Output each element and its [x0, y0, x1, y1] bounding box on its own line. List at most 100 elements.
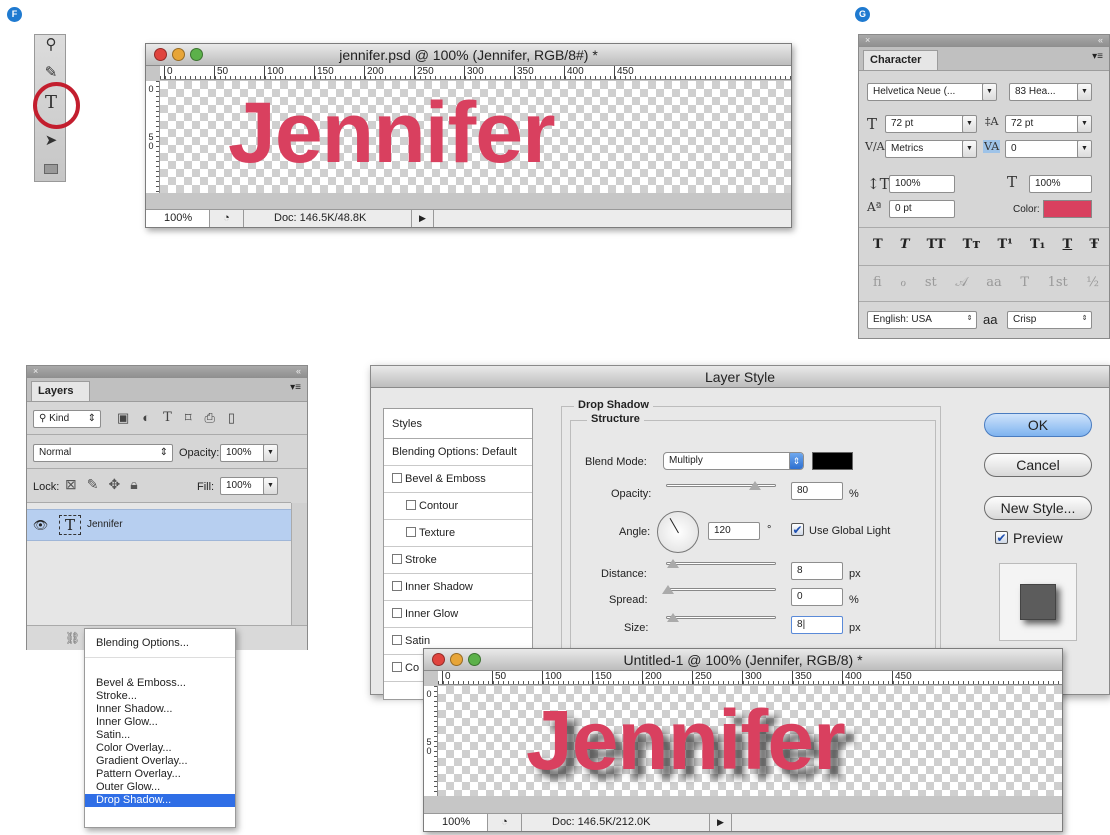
close-button[interactable] — [154, 48, 167, 61]
lock-transparent-icon[interactable]: ⊠ — [65, 476, 77, 493]
angle-dial[interactable] — [657, 511, 699, 553]
distance-field[interactable]: 8 — [791, 562, 843, 580]
panel-close-icon[interactable]: × — [865, 35, 870, 45]
style-checkbox[interactable] — [392, 635, 402, 645]
opentype-button[interactable]: fi — [873, 275, 882, 295]
adjustment-filter-icon[interactable]: ◐ — [142, 410, 150, 426]
brush-icon[interactable]: ✎ — [41, 63, 61, 83]
style-list-item[interactable]: Contour — [384, 493, 532, 520]
timeline-icon[interactable]: ◔ — [210, 210, 244, 227]
opentype-button[interactable]: aa — [986, 275, 1002, 295]
blend-mode-select[interactable]: Normal ⇕ — [33, 444, 173, 462]
style-list-item[interactable]: Bevel & Emboss — [384, 466, 532, 493]
style-list-item[interactable]: Texture — [384, 520, 532, 547]
zoom-field[interactable]: 100% — [424, 814, 488, 831]
tab-layers[interactable]: Layers — [31, 381, 91, 401]
status-menu-arrow-icon[interactable]: ▶ — [710, 814, 732, 831]
distance-slider[interactable] — [666, 559, 776, 568]
panel-menu-icon[interactable]: ▾≡ — [1092, 51, 1103, 62]
shadow-color-swatch[interactable] — [812, 452, 853, 470]
angle-field[interactable]: 120 — [708, 522, 760, 540]
dialog-titlebar[interactable]: Layer Style — [371, 366, 1109, 388]
ok-button[interactable]: OK — [984, 413, 1092, 437]
window-titlebar[interactable]: jennifer.psd @ 100% (Jennifer, RGB/8#) * — [146, 44, 791, 66]
opacity-slider[interactable] — [666, 481, 776, 490]
tracking-field[interactable]: 0 ▼ — [1005, 140, 1092, 158]
style-list-item[interactable]: Blending Options: Default — [384, 439, 532, 466]
panel-collapse-icon[interactable]: « — [296, 366, 301, 376]
type-style-button[interactable]: Ŧ — [1089, 237, 1099, 257]
menu-item[interactable]: Drop Shadow... — [85, 794, 235, 807]
layer-row-jennifer[interactable]: 👁︎ T Jennifer — [27, 509, 291, 541]
kerning-select[interactable]: Metrics ▼ — [885, 140, 977, 158]
eye-icon[interactable]: 👁︎ — [33, 518, 48, 532]
menu-item[interactable]: Satin... — [85, 729, 235, 742]
document-window-jennifer[interactable]: jennifer.psd @ 100% (Jennifer, RGB/8#) *… — [145, 43, 792, 228]
style-checkbox[interactable] — [392, 473, 402, 483]
opentype-button[interactable]: 1st — [1048, 275, 1068, 295]
style-checkbox[interactable] — [406, 527, 416, 537]
lock-position-icon[interactable]: ✥ — [108, 476, 120, 493]
opacity-field[interactable]: 80 — [791, 482, 843, 500]
opentype-button[interactable]: ℴ — [900, 275, 906, 295]
menu-item[interactable]: Pattern Overlay... — [85, 768, 235, 781]
style-list-item[interactable]: Inner Shadow — [384, 574, 532, 601]
opacity-field[interactable]: 100% ▼ — [220, 444, 278, 462]
color-swatch[interactable] — [1043, 200, 1092, 218]
font-size-field[interactable]: 72 pt ▼ — [885, 115, 977, 133]
style-list-item[interactable]: Inner Glow — [384, 601, 532, 628]
size-field[interactable]: 8| — [791, 616, 843, 634]
style-checkbox[interactable] — [392, 554, 402, 564]
opentype-button[interactable]: st — [925, 275, 937, 295]
path-selection-icon[interactable]: ➤ — [41, 131, 61, 151]
lock-pixels-icon[interactable]: ✎ — [87, 476, 99, 493]
style-checkbox[interactable] — [392, 662, 402, 672]
opentype-button[interactable]: T — [1020, 275, 1029, 295]
menu-item[interactable]: Outer Glow... — [85, 781, 235, 794]
link-layers-icon[interactable]: ⛓ — [65, 631, 80, 645]
styles-header[interactable]: Styles — [384, 409, 532, 439]
style-checkbox[interactable] — [406, 500, 416, 510]
font-style-select[interactable]: 83 Hea... ▼ — [1009, 83, 1092, 101]
cancel-button[interactable]: Cancel — [984, 453, 1092, 477]
spread-field[interactable]: 0 — [791, 588, 843, 606]
type-style-button[interactable]: T — [900, 237, 910, 257]
menu-item[interactable]: Stroke... — [85, 690, 235, 703]
filter-toggle-icon[interactable]: ▯ — [228, 410, 235, 426]
timeline-icon[interactable]: ◔ — [488, 814, 522, 831]
blend-mode-select[interactable]: Multiply ⇕ — [663, 452, 804, 470]
font-family-select[interactable]: Helvetica Neue (... ▼ — [867, 83, 997, 101]
preview-checkbox[interactable]: ✔ — [995, 531, 1008, 544]
style-list-item[interactable]: Stroke — [384, 547, 532, 574]
menu-item[interactable]: Gradient Overlay... — [85, 755, 235, 768]
type-style-button[interactable]: Tт — [963, 237, 981, 257]
new-style-button[interactable]: New Style... — [984, 496, 1092, 520]
language-select[interactable]: English: USA ⇕ — [867, 311, 977, 329]
minimize-button[interactable] — [172, 48, 185, 61]
menu-item[interactable]: Inner Glow... — [85, 716, 235, 729]
shape-filter-icon[interactable]: ⌑ — [185, 410, 192, 426]
minimize-button[interactable] — [450, 653, 463, 666]
menu-item[interactable]: Bevel & Emboss... — [85, 677, 235, 690]
panel-collapse-icon[interactable]: « — [1098, 35, 1103, 45]
zoom-field[interactable]: 100% — [146, 210, 210, 227]
zoom-button[interactable] — [468, 653, 481, 666]
window-titlebar[interactable]: Untitled-1 @ 100% (Jennifer, RGB/8) * — [424, 649, 1062, 671]
filter-kind-select[interactable]: ⚲ Kind ⇕ — [33, 410, 101, 428]
menu-item[interactable]: Color Overlay... — [85, 742, 235, 755]
tab-character[interactable]: Character — [863, 50, 939, 70]
rectangle-icon[interactable] — [41, 159, 61, 179]
type-filter-icon[interactable]: T — [163, 410, 172, 426]
vertical-scale-field[interactable]: 100% — [889, 175, 955, 193]
type-style-button[interactable]: T¹ — [998, 237, 1013, 257]
style-checkbox[interactable] — [392, 581, 402, 591]
zoom-button[interactable] — [190, 48, 203, 61]
canvas[interactable]: Jennifer — [160, 81, 791, 193]
magic-wand-icon[interactable]: ⚲ — [41, 35, 61, 55]
antialias-select[interactable]: Crisp ⇕ — [1007, 311, 1092, 329]
fill-field[interactable]: 100% ▼ — [220, 477, 278, 495]
canvas[interactable]: Jennifer — [438, 686, 1062, 796]
horizontal-scale-field[interactable]: 100% — [1029, 175, 1092, 193]
global-light-checkbox[interactable]: ✔ — [791, 523, 804, 536]
panel-close-icon[interactable]: × — [33, 366, 38, 376]
